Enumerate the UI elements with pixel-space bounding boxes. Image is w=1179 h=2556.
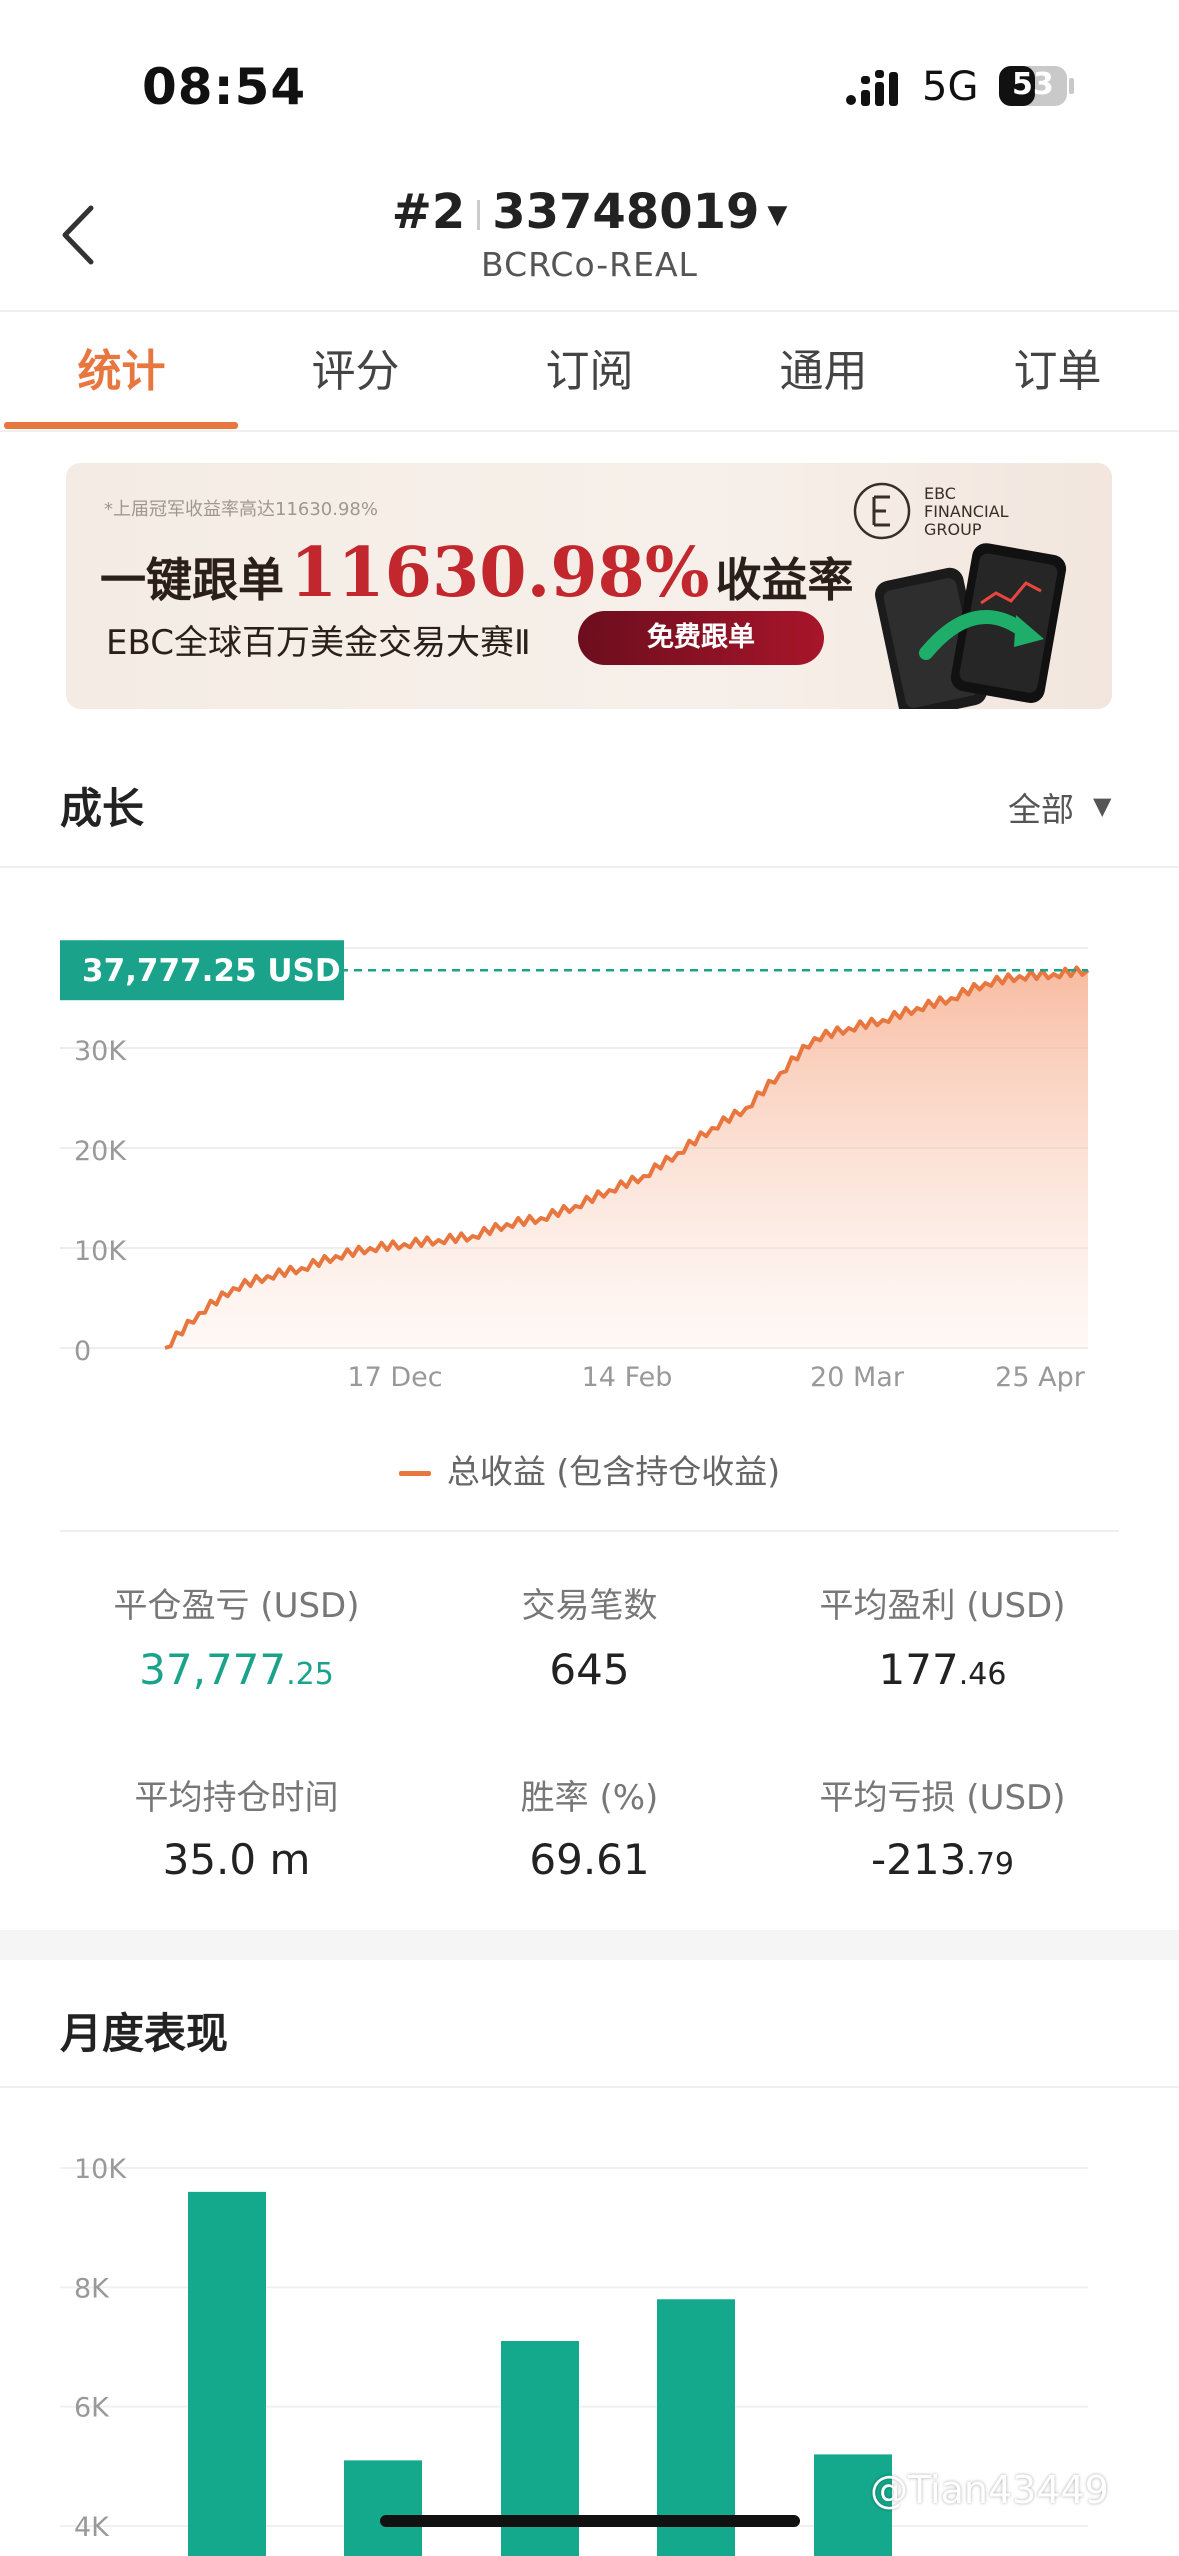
stat-value-avg-hold: 35.0 m: [40, 1835, 433, 1884]
stat-value-main: 69.61: [529, 1835, 650, 1884]
growth-chart: 010K20K30K40K 17 Dec14 Feb20 Mar25 Apr 3…: [60, 936, 1090, 1393]
caret-down-icon[interactable]: ▼: [1093, 792, 1111, 820]
monthly-bar: [344, 2460, 422, 2556]
banner-headline-value: 11630.98%: [290, 533, 710, 613]
stat-value-main: 177: [878, 1645, 959, 1694]
section-gap: [0, 1930, 1179, 1960]
x-tick-label: 25 Apr: [995, 1362, 1086, 1393]
divider: [0, 430, 1179, 432]
banner-headline-prefix: 一键跟单: [100, 553, 284, 607]
x-tick-label: 14 Feb: [582, 1362, 673, 1393]
y-tick-label: 8K: [74, 2273, 110, 2304]
current-value-label: 37,777.25 USD: [82, 953, 341, 989]
legend-swatch: [398, 1471, 431, 1476]
divider: [0, 2086, 1179, 2088]
growth-area: [165, 967, 1088, 1348]
chart-legend: 总收益 (包含持仓收益): [0, 1445, 1179, 1493]
battery-icon: 53: [998, 64, 1076, 108]
signal-icon: [846, 70, 898, 106]
stat-value-win-rate: 69.61: [393, 1835, 786, 1884]
current-value-badge: 37,777.25 USD: [60, 940, 344, 1001]
x-tick-label: 20 Mar: [810, 1362, 905, 1393]
y-tick-label: 4K: [74, 2512, 110, 2543]
stat-value-main: 645: [549, 1645, 630, 1694]
logo-line: GROUP: [924, 520, 982, 539]
stat-value-main: 37,777: [139, 1645, 287, 1694]
y-tick-label: 10K: [74, 1236, 127, 1267]
tab-score[interactable]: 评分: [238, 335, 473, 399]
stat-label-avg-profit: 平均盈利 (USD): [819, 1586, 1066, 1626]
promo-banner[interactable]: *上届冠军收益率高达11630.98% 一键跟单11630.98% 收益率 EBC…: [66, 463, 1112, 709]
stat-value-main: -213: [870, 1835, 967, 1884]
ebc-logo-icon: [853, 482, 911, 540]
account-index: #2: [391, 184, 466, 240]
stat-value-decimal: .25: [286, 1657, 334, 1692]
free-copy-button[interactable]: 免费跟单: [578, 611, 824, 665]
logo-line: EBC: [924, 484, 956, 503]
y-tick-label: 20K: [74, 1136, 127, 1167]
stat-value-trades: 645: [393, 1645, 786, 1694]
tab-stats[interactable]: 统计: [4, 335, 239, 399]
home-indicator[interactable]: [380, 2515, 800, 2527]
tab-subscribe[interactable]: 订阅: [472, 335, 707, 399]
growth-title: 成长: [60, 784, 145, 833]
caret-down-icon: ▼: [767, 200, 788, 230]
banner-headline: 一键跟单11630.98% 收益率: [100, 533, 854, 613]
monthly-bar: [188, 2191, 266, 2556]
stat-value-decimal: .79: [966, 1847, 1015, 1882]
account-number: 33748019: [492, 184, 760, 240]
stat-value-main: 35.0 m: [162, 1835, 311, 1884]
tab-underline: [4, 422, 238, 429]
y-tick-label: 30K: [74, 1036, 127, 1067]
y-tick-label: 0: [74, 1336, 91, 1367]
monthly-title: 月度表现: [60, 2009, 229, 2058]
divider: [477, 200, 481, 230]
logo-line: FINANCIAL: [924, 502, 1009, 521]
stat-label-closed-pnl: 平仓盈亏 (USD): [113, 1586, 360, 1626]
tab-general[interactable]: 通用: [706, 335, 941, 399]
divider: [0, 310, 1179, 312]
stat-value-avg-profit: 177.46: [746, 1645, 1139, 1694]
period-filter[interactable]: 全部: [1008, 783, 1074, 831]
watermark: @Tian43449: [870, 2468, 1109, 2512]
stat-label-trades: 交易笔数: [521, 1586, 658, 1626]
y-tick-label: 10K: [74, 2154, 127, 2185]
y-tick-label: 6K: [74, 2393, 110, 2424]
tab-orders[interactable]: 订单: [940, 335, 1175, 399]
legend-label: 总收益 (包含持仓收益): [446, 1452, 781, 1491]
server-name: BCRCo-REAL: [481, 245, 698, 284]
banner-note: *上届冠军收益率高达11630.98%: [104, 499, 378, 520]
stat-value-decimal: .46: [958, 1657, 1007, 1692]
stat-label-avg-hold: 平均持仓时间: [134, 1778, 339, 1818]
divider: [60, 1530, 1119, 1532]
x-tick-label: 17 Dec: [347, 1362, 442, 1393]
account-selector[interactable]: #2 33748019 ▼: [0, 184, 1179, 240]
stat-value-closed-pnl: 37,777.25: [40, 1645, 433, 1694]
banner-subtitle: EBC全球百万美金交易大赛Ⅱ: [106, 623, 531, 663]
stat-value-avg-loss: -213.79: [746, 1835, 1139, 1884]
banner-headline-suffix: 收益率: [715, 553, 854, 607]
ebc-logo-text: EBC FINANCIAL GROUP: [924, 485, 1009, 539]
divider: [0, 866, 1179, 868]
phones-illustration: [875, 543, 1067, 709]
stat-label-win-rate: 胜率 (%): [520, 1778, 659, 1818]
battery-level: 53: [1012, 67, 1054, 102]
status-time: 08:54: [142, 58, 307, 116]
network-type: 5G: [922, 64, 979, 110]
stat-label-avg-loss: 平均亏损 (USD): [819, 1778, 1066, 1818]
